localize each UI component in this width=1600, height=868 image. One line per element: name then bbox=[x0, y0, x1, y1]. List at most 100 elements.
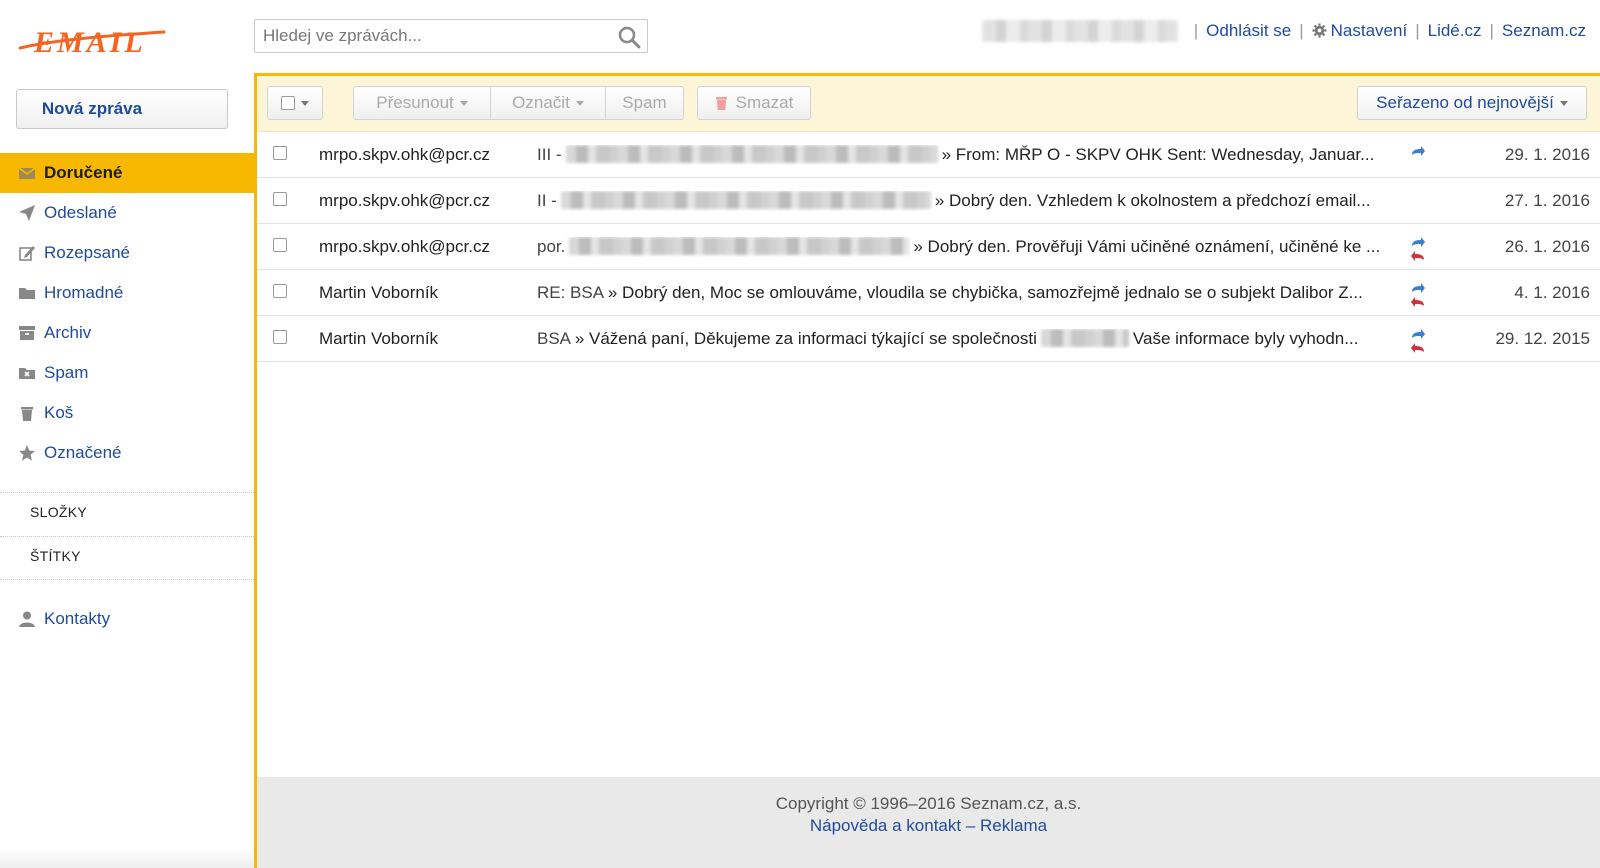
message-subject: RE: BSA » Dobrý den, Moc se omlouváme, v… bbox=[537, 283, 1407, 303]
redacted-subject bbox=[569, 237, 910, 255]
sidebar-item-label: Archiv bbox=[44, 323, 92, 342]
subject-prefix: RE: BSA bbox=[537, 283, 604, 302]
forwarded-replied-icon bbox=[1411, 237, 1425, 261]
mark-button[interactable]: Označit bbox=[490, 86, 606, 120]
sidebar-item-spam[interactable]: Spam bbox=[0, 353, 254, 393]
spam-folder-icon bbox=[19, 368, 35, 379]
select-all-dropdown[interactable] bbox=[267, 86, 323, 120]
forwarded-icon bbox=[1412, 146, 1425, 156]
message-checkbox[interactable] bbox=[273, 284, 287, 298]
message-checkbox[interactable] bbox=[273, 192, 287, 206]
message-subject: II - » Dobrý den. Vzhledem k okolnostem a… bbox=[537, 191, 1407, 211]
redacted-subject bbox=[560, 191, 931, 209]
message-checkbox[interactable] bbox=[273, 330, 287, 344]
message-subject: III - » From: MŘP O - SKPV OHK Sent: Wedn… bbox=[537, 145, 1407, 165]
sidebar-item-label: Odeslané bbox=[44, 203, 117, 222]
sidebar-item-label: Označené bbox=[44, 443, 122, 462]
redacted-username bbox=[981, 20, 1178, 42]
new-message-button[interactable]: Nová zpráva bbox=[16, 89, 228, 129]
message-date: 29. 12. 2015 bbox=[1495, 329, 1590, 348]
star-icon bbox=[19, 445, 35, 461]
sort-label: Seřazeno od nejnovější bbox=[1376, 93, 1554, 112]
mark-label: Označit bbox=[512, 93, 570, 112]
message-sender: mrpo.skpv.ohk@pcr.cz bbox=[319, 237, 490, 256]
sidebar-item-label: Rozepsané bbox=[44, 243, 131, 262]
subject-prefix: III - bbox=[537, 145, 562, 164]
message-sender: Martin Voborník bbox=[319, 329, 439, 348]
message-date: 26. 1. 2016 bbox=[1504, 237, 1590, 256]
trash-icon bbox=[21, 407, 33, 421]
chevron-down-icon bbox=[301, 100, 309, 106]
pencil-icon bbox=[19, 246, 35, 261]
message-row[interactable]: mrpo.skpv.ohk@pcr.cz por. » Dobrý den. Pr… bbox=[257, 224, 1600, 270]
sidebar-item-inbox[interactable]: Doručené bbox=[0, 153, 254, 193]
message-checkbox[interactable] bbox=[273, 146, 287, 160]
spam-label: Spam bbox=[622, 93, 667, 112]
message-row[interactable]: mrpo.skpv.ohk@pcr.cz III - » From: MŘP O … bbox=[257, 132, 1600, 178]
message-sender: mrpo.skpv.ohk@pcr.cz bbox=[319, 145, 490, 164]
message-preview: » Vážená paní, Děkujeme za informaci týk… bbox=[574, 329, 1037, 348]
copyright-text: Copyright © 1996–2016 Seznam.cz, a.s. bbox=[775, 794, 1082, 813]
sidebar-divider bbox=[0, 536, 254, 537]
inbox-icon bbox=[18, 167, 36, 179]
settings-link[interactable]: Nastavení bbox=[1312, 21, 1407, 41]
sidebar-item-archive[interactable]: Archiv bbox=[0, 313, 254, 353]
sidebar-divider bbox=[0, 579, 254, 580]
message-checkbox[interactable] bbox=[273, 238, 287, 252]
chevron-down-icon bbox=[1559, 100, 1568, 106]
labels-section[interactable]: ŠTÍTKY bbox=[30, 548, 81, 564]
help-link[interactable]: Nápověda a kontakt bbox=[810, 816, 961, 835]
contacts-label: Kontakty bbox=[44, 609, 111, 628]
message-preview: » Dobrý den, Moc se omlouváme, vloudila … bbox=[607, 283, 1363, 302]
redacted-subject bbox=[565, 145, 938, 163]
gear-icon bbox=[1312, 23, 1327, 38]
sidebar-item-bulk[interactable]: Hromadné bbox=[0, 273, 254, 313]
message-sender: mrpo.skpv.ohk@pcr.cz bbox=[319, 191, 490, 210]
logout-link[interactable]: Odhlásit se bbox=[1206, 21, 1291, 41]
message-preview: » Dobrý den. Vzhledem k okolnostem a pře… bbox=[934, 191, 1371, 210]
search-icon[interactable] bbox=[617, 25, 641, 49]
forwarded-replied-icon bbox=[1411, 329, 1425, 353]
message-row[interactable]: mrpo.skpv.ohk@pcr.cz II - » Dobrý den. Vz… bbox=[257, 178, 1600, 224]
logo-text: EMAIL bbox=[33, 26, 146, 59]
lide-link[interactable]: Lidé.cz bbox=[1428, 21, 1482, 41]
sidebar-item-drafts[interactable]: Rozepsané bbox=[0, 233, 254, 273]
sidebar-item-label: Hromadné bbox=[44, 283, 124, 302]
message-row[interactable]: Martin Voborník BSA » Vážená paní, Děkuj… bbox=[257, 316, 1600, 362]
footer: Copyright © 1996–2016 Seznam.cz, a.s. Ná… bbox=[257, 777, 1600, 868]
sidebar-item-trash[interactable]: Koš bbox=[0, 393, 254, 433]
sort-dropdown[interactable]: Seřazeno od nejnovější bbox=[1357, 86, 1587, 120]
folders-section[interactable]: SLOŽKY bbox=[30, 504, 87, 520]
message-preview: » Dobrý den. Prověřuji Vámi učiněné ozná… bbox=[913, 237, 1381, 256]
message-subject: BSA » Vážená paní, Děkujeme za informaci… bbox=[537, 329, 1407, 349]
message-list-panel: Přesunout Označit Spam Smazat Seřazeno o… bbox=[254, 73, 1600, 868]
move-button[interactable]: Přesunout bbox=[353, 86, 491, 120]
select-all-checkbox[interactable] bbox=[281, 96, 295, 110]
message-date: 27. 1. 2016 bbox=[1504, 191, 1590, 210]
search-box bbox=[254, 19, 648, 53]
subject-prefix: por. bbox=[537, 237, 566, 256]
message-row[interactable]: Martin Voborník RE: BSA » Dobrý den, Moc… bbox=[257, 270, 1600, 316]
archive-icon bbox=[19, 326, 35, 340]
move-label: Přesunout bbox=[376, 93, 454, 112]
message-toolbar: Přesunout Označit Spam Smazat Seřazeno o… bbox=[257, 76, 1600, 132]
top-links: | Odhlásit se | Nastavení | Lidé.cz | Se… bbox=[981, 20, 1586, 42]
search-input[interactable] bbox=[255, 20, 595, 52]
message-subject: por. » Dobrý den. Prověřuji Vámi učiněné … bbox=[537, 237, 1407, 257]
ads-link[interactable]: Reklama bbox=[980, 816, 1047, 835]
sidebar-item-starred[interactable]: Označené bbox=[0, 433, 254, 473]
message-preview-tail: Vaše informace byly vyhodn... bbox=[1132, 329, 1359, 348]
subject-prefix: II - bbox=[537, 191, 557, 210]
message-date: 4. 1. 2016 bbox=[1514, 283, 1590, 302]
message-sender: Martin Voborník bbox=[319, 283, 439, 302]
seznam-link[interactable]: Seznam.cz bbox=[1502, 21, 1586, 41]
sidebar-item-sent[interactable]: Odeslané bbox=[0, 193, 254, 233]
spam-button[interactable]: Spam bbox=[605, 86, 684, 120]
message-list: mrpo.skpv.ohk@pcr.cz III - » From: MŘP O … bbox=[257, 132, 1600, 362]
trash-icon bbox=[715, 96, 727, 110]
contacts-link[interactable]: Kontakty bbox=[18, 609, 110, 629]
paper-plane-icon bbox=[19, 205, 35, 221]
person-icon bbox=[19, 611, 35, 627]
email-logo[interactable]: EMAIL bbox=[14, 18, 180, 60]
delete-button[interactable]: Smazat bbox=[697, 86, 811, 120]
